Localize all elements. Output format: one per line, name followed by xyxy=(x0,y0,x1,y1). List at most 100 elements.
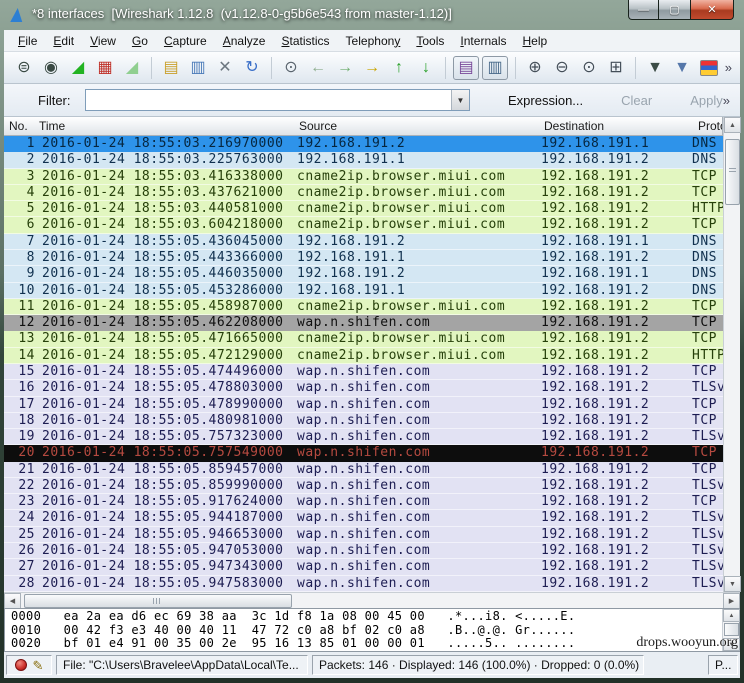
packet-row-7[interactable]: 72016-01-24 18:55:05.436045000192.168.19… xyxy=(4,234,723,250)
expert-info-segment[interactable]: ✎ xyxy=(6,655,52,675)
scroll-down-icon[interactable]: ▼ xyxy=(724,576,741,592)
scroll-left-icon[interactable]: ◀ xyxy=(4,593,21,609)
apply-button[interactable]: Apply xyxy=(690,93,723,108)
packet-row-4[interactable]: 42016-01-24 18:55:03.437621000cname2ip.b… xyxy=(4,185,723,201)
filter-input[interactable] xyxy=(86,90,470,110)
go-to-packet-icon[interactable]: → xyxy=(360,56,384,80)
display-filter-icon[interactable]: ▼ xyxy=(670,56,694,80)
status-profile[interactable]: P... xyxy=(708,655,738,675)
save-file-icon[interactable]: ▥ xyxy=(186,56,210,80)
packet-row-13[interactable]: 132016-01-24 18:55:05.471665000cname2ip.… xyxy=(4,331,723,347)
packet-row-17[interactable]: 172016-01-24 18:55:05.478990000wap.n.shi… xyxy=(4,397,723,413)
menu-item-go[interactable]: Go xyxy=(124,32,156,50)
zoom-in-icon[interactable]: ⊕ xyxy=(523,56,547,80)
horizontal-scrollbar[interactable]: ◀ ▶ xyxy=(4,592,740,608)
filter-overflow-chevron-icon[interactable]: » xyxy=(723,93,730,108)
go-forward-icon[interactable]: → xyxy=(333,56,357,80)
menu-item-capture[interactable]: Capture xyxy=(156,32,215,50)
menu-item-help[interactable]: Help xyxy=(515,32,556,50)
horizontal-scroll-thumb[interactable] xyxy=(24,594,292,608)
packet-row-21[interactable]: 212016-01-24 18:55:05.859457000wap.n.shi… xyxy=(4,462,723,478)
menu-item-edit[interactable]: Edit xyxy=(45,32,82,50)
menu-item-file[interactable]: File xyxy=(10,32,45,50)
hex-line-0020[interactable]: 0020 bf 01 e4 91 00 35 00 2e 95 16 13 85… xyxy=(11,637,719,650)
hex-scroll-up-icon[interactable]: ▲ xyxy=(723,609,740,622)
menu-item-tools[interactable]: Tools xyxy=(408,32,452,50)
packet-row-23[interactable]: 232016-01-24 18:55:05.917624000wap.n.shi… xyxy=(4,494,723,510)
capture-comment-icon[interactable]: ✎ xyxy=(33,659,44,672)
packet-row-11[interactable]: 112016-01-24 18:55:05.458987000cname2ip.… xyxy=(4,299,723,315)
menu-item-internals[interactable]: Internals xyxy=(452,32,514,50)
packet-row-1[interactable]: 12016-01-24 18:55:03.216970000192.168.19… xyxy=(4,136,723,152)
clear-button[interactable]: Clear xyxy=(621,93,652,108)
packet-row-2[interactable]: 22016-01-24 18:55:03.225763000192.168.19… xyxy=(4,152,723,168)
packet-row-14[interactable]: 142016-01-24 18:55:05.472129000cname2ip.… xyxy=(4,348,723,364)
resize-columns-icon[interactable]: ⊞ xyxy=(604,56,628,80)
titlebar[interactable]: *8 interfaces [Wireshark 1.12.8 (v1.12.8… xyxy=(0,0,744,30)
go-bottom-icon[interactable]: ↓ xyxy=(414,56,438,80)
close-file-icon[interactable]: ✕ xyxy=(213,56,237,80)
expert-info-icon[interactable] xyxy=(15,659,27,671)
packet-row-12[interactable]: 122016-01-24 18:55:05.462208000wap.n.shi… xyxy=(4,315,723,331)
toolbar-overflow-chevron-icon[interactable]: » xyxy=(725,60,732,75)
capture-options-icon[interactable]: ◉ xyxy=(39,56,63,80)
packet-destination: 192.168.191.2 xyxy=(541,397,649,413)
column-header-destination[interactable]: Destination xyxy=(544,119,604,133)
minimize-button[interactable]: — xyxy=(628,0,659,20)
open-file-icon[interactable]: ▤ xyxy=(159,56,183,80)
restart-capture-icon[interactable]: ◢ xyxy=(120,56,144,80)
filter-label: Filter: xyxy=(38,93,71,108)
menu-item-statistics[interactable]: Statistics xyxy=(273,32,337,50)
list-interfaces-icon[interactable]: ⊜ xyxy=(12,56,36,80)
packet-row-22[interactable]: 222016-01-24 18:55:05.859990000wap.n.shi… xyxy=(4,478,723,494)
vertical-scroll-thumb[interactable] xyxy=(725,139,740,205)
expression-button[interactable]: Expression... xyxy=(508,93,583,108)
packet-row-24[interactable]: 242016-01-24 18:55:05.944187000wap.n.shi… xyxy=(4,510,723,526)
hex-line-0000[interactable]: 0000 ea 2a ea d6 ec 69 38 aa 3c 1d f8 1a… xyxy=(11,610,719,624)
menu-item-analyze[interactable]: Analyze xyxy=(215,32,274,50)
column-header-no[interactable]: No. xyxy=(9,119,28,133)
packet-row-26[interactable]: 262016-01-24 18:55:05.947053000wap.n.shi… xyxy=(4,543,723,559)
packet-row-6[interactable]: 62016-01-24 18:55:03.604218000cname2ip.b… xyxy=(4,217,723,233)
zoom-out-icon[interactable]: ⊖ xyxy=(550,56,574,80)
packet-row-18[interactable]: 182016-01-24 18:55:05.480981000wap.n.shi… xyxy=(4,413,723,429)
go-top-icon[interactable]: ↑ xyxy=(387,56,411,80)
packet-protocol: TLSv1 xyxy=(692,527,723,543)
stop-capture-icon[interactable]: ▦ xyxy=(93,56,117,80)
maximize-button[interactable]: ▢ xyxy=(659,0,690,20)
go-back-icon[interactable]: ← xyxy=(306,56,330,80)
autoscroll-toggle-icon[interactable]: ▥ xyxy=(482,56,508,80)
packet-row-19[interactable]: 192016-01-24 18:55:05.757323000wap.n.shi… xyxy=(4,429,723,445)
packet-row-20[interactable]: 202016-01-24 18:55:05.757549000wap.n.shi… xyxy=(4,445,723,461)
packet-row-27[interactable]: 272016-01-24 18:55:05.947343000wap.n.shi… xyxy=(4,559,723,575)
packet-row-15[interactable]: 152016-01-24 18:55:05.474496000wap.n.shi… xyxy=(4,364,723,380)
filter-dropdown-icon[interactable]: ▼ xyxy=(451,90,469,110)
reload-icon[interactable]: ↻ xyxy=(240,56,264,80)
packet-row-10[interactable]: 102016-01-24 18:55:05.453286000192.168.1… xyxy=(4,283,723,299)
close-button[interactable]: ✕ xyxy=(690,0,734,20)
packet-row-5[interactable]: 52016-01-24 18:55:03.440581000cname2ip.b… xyxy=(4,201,723,217)
packet-row-9[interactable]: 92016-01-24 18:55:05.446035000192.168.19… xyxy=(4,266,723,282)
find-packet-icon[interactable]: ⊙ xyxy=(279,56,303,80)
packet-row-25[interactable]: 252016-01-24 18:55:05.946653000wap.n.shi… xyxy=(4,527,723,543)
packet-row-16[interactable]: 162016-01-24 18:55:05.478803000wap.n.shi… xyxy=(4,380,723,396)
hex-line-0010[interactable]: 0010 00 42 f3 e3 40 00 40 11 47 72 c0 a8… xyxy=(11,624,719,638)
scroll-right-icon[interactable]: ▶ xyxy=(723,593,740,609)
column-header-source[interactable]: Source xyxy=(299,119,337,133)
menu-item-telephony[interactable]: Telephony xyxy=(338,32,409,50)
menu-item-view[interactable]: View xyxy=(82,32,124,50)
capture-filter-icon[interactable]: ▼ xyxy=(643,56,667,80)
packet-row-28[interactable]: 282016-01-24 18:55:05.947583000wap.n.shi… xyxy=(4,576,723,592)
start-capture-icon[interactable]: ◢ xyxy=(66,56,90,80)
coloring-rules-icon[interactable] xyxy=(700,60,718,76)
column-header-time[interactable]: Time xyxy=(39,119,65,133)
hex-dump[interactable]: 0000 ea 2a ea d6 ec 69 38 aa 3c 1d f8 1a… xyxy=(11,610,719,650)
scroll-up-icon[interactable]: ▲ xyxy=(724,117,741,133)
zoom-original-icon[interactable]: ⊙ xyxy=(577,56,601,80)
packet-row-3[interactable]: 32016-01-24 18:55:03.416338000cname2ip.b… xyxy=(4,169,723,185)
colorize-toggle-icon[interactable]: ▤ xyxy=(453,56,479,80)
column-header-protocol[interactable]: Protocol xyxy=(698,119,723,133)
packet-row-8[interactable]: 82016-01-24 18:55:05.443366000192.168.19… xyxy=(4,250,723,266)
packet-list-vertical-scrollbar[interactable]: ▲ ▼ xyxy=(723,117,740,592)
packet-source: wap.n.shifen.com xyxy=(297,559,430,575)
